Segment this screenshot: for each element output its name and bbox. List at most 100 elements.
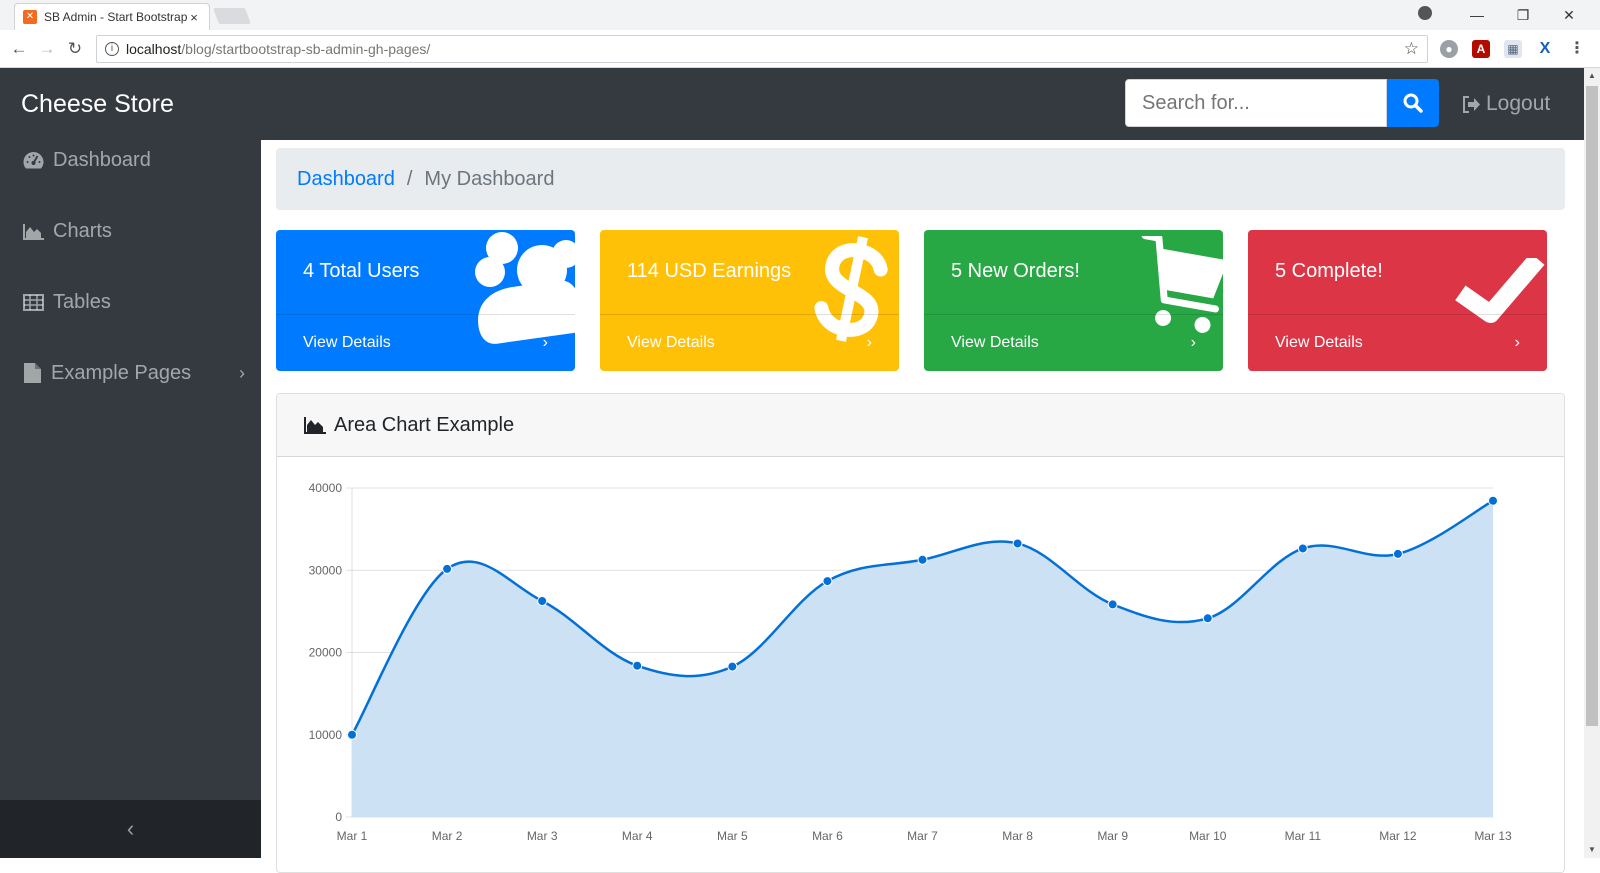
data-point xyxy=(1012,538,1023,549)
reload-icon[interactable]: ↻ xyxy=(64,38,86,60)
view-details-label: View Details xyxy=(1275,334,1363,351)
scroll-up-icon[interactable]: ▲ xyxy=(1584,68,1600,84)
view-details-label: View Details xyxy=(951,334,1039,351)
sidebar-item-label: Tables xyxy=(53,290,111,313)
logout-label: Logout xyxy=(1486,92,1551,115)
y-tick-label: 20000 xyxy=(309,646,343,660)
dashboard-icon xyxy=(23,152,44,169)
xampp-favicon-icon: ✕ xyxy=(23,10,37,24)
chevron-right-icon: › xyxy=(542,334,548,351)
address-bar-row: ← → ↻ i localhost /blog/startbootstrap-s… xyxy=(0,30,1600,68)
extension-x-icon[interactable]: X xyxy=(1536,40,1554,58)
search-input[interactable] xyxy=(1125,79,1387,127)
search-button[interactable] xyxy=(1387,79,1439,127)
x-tick-label: Mar 4 xyxy=(622,829,653,843)
data-point xyxy=(822,576,833,587)
card-total-users: 4 Total Users View Details › xyxy=(276,230,575,371)
minimize-icon[interactable]: — xyxy=(1454,3,1500,27)
chart-card-header: Area Chart Example xyxy=(277,394,1564,457)
browser-menu-icon[interactable]: ⋮ xyxy=(1568,40,1586,58)
restore-icon[interactable]: ❐ xyxy=(1500,3,1546,27)
x-tick-label: Mar 1 xyxy=(337,829,368,843)
sidebar-item-tables[interactable]: Tables xyxy=(23,287,245,317)
area-chart: 0 10000 20000 30000 40000 Mar 1 Mar 2 Mar 3 Mar … xyxy=(309,481,1512,843)
chevron-right-icon: › xyxy=(866,334,872,351)
sidebar-item-label: Example Pages xyxy=(51,361,192,384)
logout-link[interactable]: Logout xyxy=(1462,92,1550,116)
chevron-right-icon: › xyxy=(1514,334,1520,351)
y-tick-label: 0 xyxy=(335,810,342,824)
x-tick-label: Mar 8 xyxy=(1002,829,1033,843)
card-footer-link[interactable]: View Details › xyxy=(600,314,899,371)
card-footer-link[interactable]: View Details › xyxy=(1248,314,1547,371)
brand-title[interactable]: Cheese Store xyxy=(21,90,174,119)
x-tick-label: Mar 2 xyxy=(432,829,463,843)
x-tick-label: Mar 5 xyxy=(717,829,748,843)
table-icon xyxy=(23,293,44,311)
card-footer-link[interactable]: View Details › xyxy=(924,314,1223,371)
sidebar: Dashboard Charts Tables Example Pages › … xyxy=(0,140,261,858)
back-icon[interactable]: ← xyxy=(8,38,30,60)
extension-image-icon[interactable]: ▦ xyxy=(1504,40,1522,58)
data-point xyxy=(1297,543,1308,554)
new-tab-button[interactable] xyxy=(213,8,251,24)
x-tick-label: Mar 3 xyxy=(527,829,558,843)
x-tick-label: Mar 7 xyxy=(907,829,938,843)
sidebar-toggle-button[interactable]: ‹ xyxy=(0,800,261,858)
info-icon[interactable]: i xyxy=(105,42,119,56)
y-tick-label: 10000 xyxy=(309,728,343,742)
data-point xyxy=(1107,599,1118,610)
forward-icon[interactable]: → xyxy=(36,38,58,60)
main-content: Dashboard / My Dashboard 4 Total Users V… xyxy=(261,140,1584,873)
data-point xyxy=(1202,613,1213,624)
area-chart-icon xyxy=(23,223,44,240)
card-footer-link[interactable]: View Details › xyxy=(276,314,575,371)
area-chart-card: Area Chart Example 0 10000 20000 30000 40000… xyxy=(276,393,1565,873)
sidebar-item-label: Dashboard xyxy=(53,148,151,171)
breadcrumb-active: My Dashboard xyxy=(424,167,555,190)
data-point xyxy=(442,563,453,574)
top-navbar: Cheese Store Logout xyxy=(0,68,1584,140)
breadcrumb: Dashboard / My Dashboard xyxy=(276,148,1565,210)
breadcrumb-link-dashboard[interactable]: Dashboard xyxy=(297,168,395,191)
url-path: /blog/startbootstrap-sb-admin-gh-pages/ xyxy=(181,41,431,57)
data-point xyxy=(347,729,357,740)
extension-pdf-icon[interactable]: A xyxy=(1472,40,1490,58)
profile-icon[interactable] xyxy=(1418,6,1432,20)
sidebar-item-dashboard[interactable]: Dashboard xyxy=(23,145,245,175)
view-details-label: View Details xyxy=(303,334,391,351)
file-icon xyxy=(24,363,41,383)
sidebar-item-example-pages[interactable]: Example Pages › xyxy=(23,358,245,388)
browser-tab[interactable]: ✕ SB Admin - Start Bootstrap Template × xyxy=(14,3,210,30)
search-icon xyxy=(1403,93,1423,113)
bookmark-star-icon[interactable]: ☆ xyxy=(1404,39,1419,59)
chevron-right-icon: › xyxy=(239,362,245,383)
browser-tab-title: SB Admin - Start Bootstrap Template xyxy=(44,10,187,24)
card-new-orders: 5 New Orders! View Details › xyxy=(924,230,1223,371)
card-complete: 5 Complete! View Details › xyxy=(1248,230,1547,371)
sign-out-icon xyxy=(1463,95,1480,113)
x-tick-label: Mar 11 xyxy=(1285,829,1322,843)
scroll-thumb[interactable] xyxy=(1586,86,1598,726)
breadcrumb-separator: / xyxy=(406,167,413,190)
url-input[interactable]: i localhost /blog/startbootstrap-sb-admi… xyxy=(96,35,1428,63)
y-tick-label: 30000 xyxy=(309,563,343,577)
x-tick-label: Mar 9 xyxy=(1097,829,1128,843)
x-tick-label: Mar 10 xyxy=(1189,829,1227,843)
chevron-right-icon: › xyxy=(1190,334,1196,351)
page-scrollbar[interactable]: ▲ ▼ xyxy=(1584,68,1600,858)
x-tick-label: Mar 13 xyxy=(1474,829,1512,843)
x-tick-label: Mar 6 xyxy=(812,829,843,843)
data-point xyxy=(1392,548,1403,559)
card-earnings: 114 USD Earnings View Details › xyxy=(600,230,899,371)
data-point xyxy=(1488,495,1498,506)
y-tick-label: 40000 xyxy=(309,481,343,495)
area-chart-icon xyxy=(304,417,326,434)
sidebar-item-charts[interactable]: Charts xyxy=(23,216,245,246)
close-window-icon[interactable]: ✕ xyxy=(1546,3,1592,27)
url-host: localhost xyxy=(126,41,182,57)
data-point xyxy=(917,554,928,565)
extension-globe-icon[interactable]: ● xyxy=(1440,40,1458,58)
close-tab-icon[interactable]: × xyxy=(187,10,201,25)
scroll-down-icon[interactable]: ▼ xyxy=(1584,842,1600,858)
